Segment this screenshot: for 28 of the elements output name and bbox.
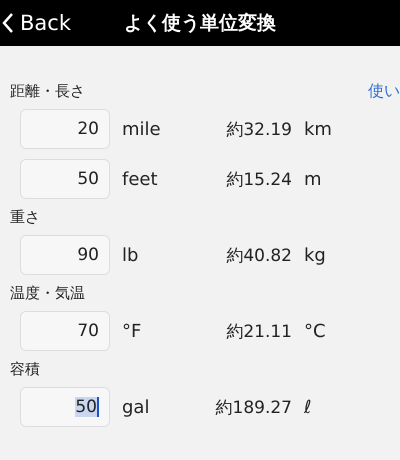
result-value: 約15.24 — [225, 168, 292, 190]
number-input-field[interactable]: 70 — [20, 311, 110, 351]
result-value: 約40.82 — [225, 244, 292, 266]
number-input-field[interactable]: 50 — [20, 387, 110, 427]
chevron-left-icon — [2, 12, 14, 34]
unit-label: lb — [122, 244, 140, 266]
section-title: 温度・気温 — [10, 284, 85, 302]
result-unit-label: kg — [304, 244, 326, 266]
result-value: 約32.19 — [225, 118, 292, 140]
result-unit-label: m — [304, 168, 322, 190]
result-unit-label: °C — [304, 320, 326, 342]
back-button[interactable]: Back — [0, 11, 71, 35]
section-title: 距離・長さ — [10, 82, 85, 100]
result-value: 約189.27 — [214, 396, 292, 418]
screen-title: よく使う単位変換 — [124, 12, 276, 34]
help-link[interactable]: 使い — [368, 80, 400, 102]
unit-label: °F — [122, 320, 142, 342]
result-value: 約21.11 — [225, 320, 292, 342]
unit-label: feet — [122, 168, 159, 190]
number-input-field[interactable]: 50 — [20, 159, 110, 199]
result-unit-label: km — [304, 118, 332, 140]
section-title: 重さ — [10, 208, 40, 226]
section-title: 容積 — [10, 360, 40, 378]
unit-label: mile — [122, 118, 162, 140]
result-unit-label: ℓ — [304, 396, 312, 418]
number-input-field[interactable]: 90 — [20, 235, 110, 275]
unit-label: gal — [122, 396, 150, 418]
number-input-field[interactable]: 20 — [20, 109, 110, 149]
